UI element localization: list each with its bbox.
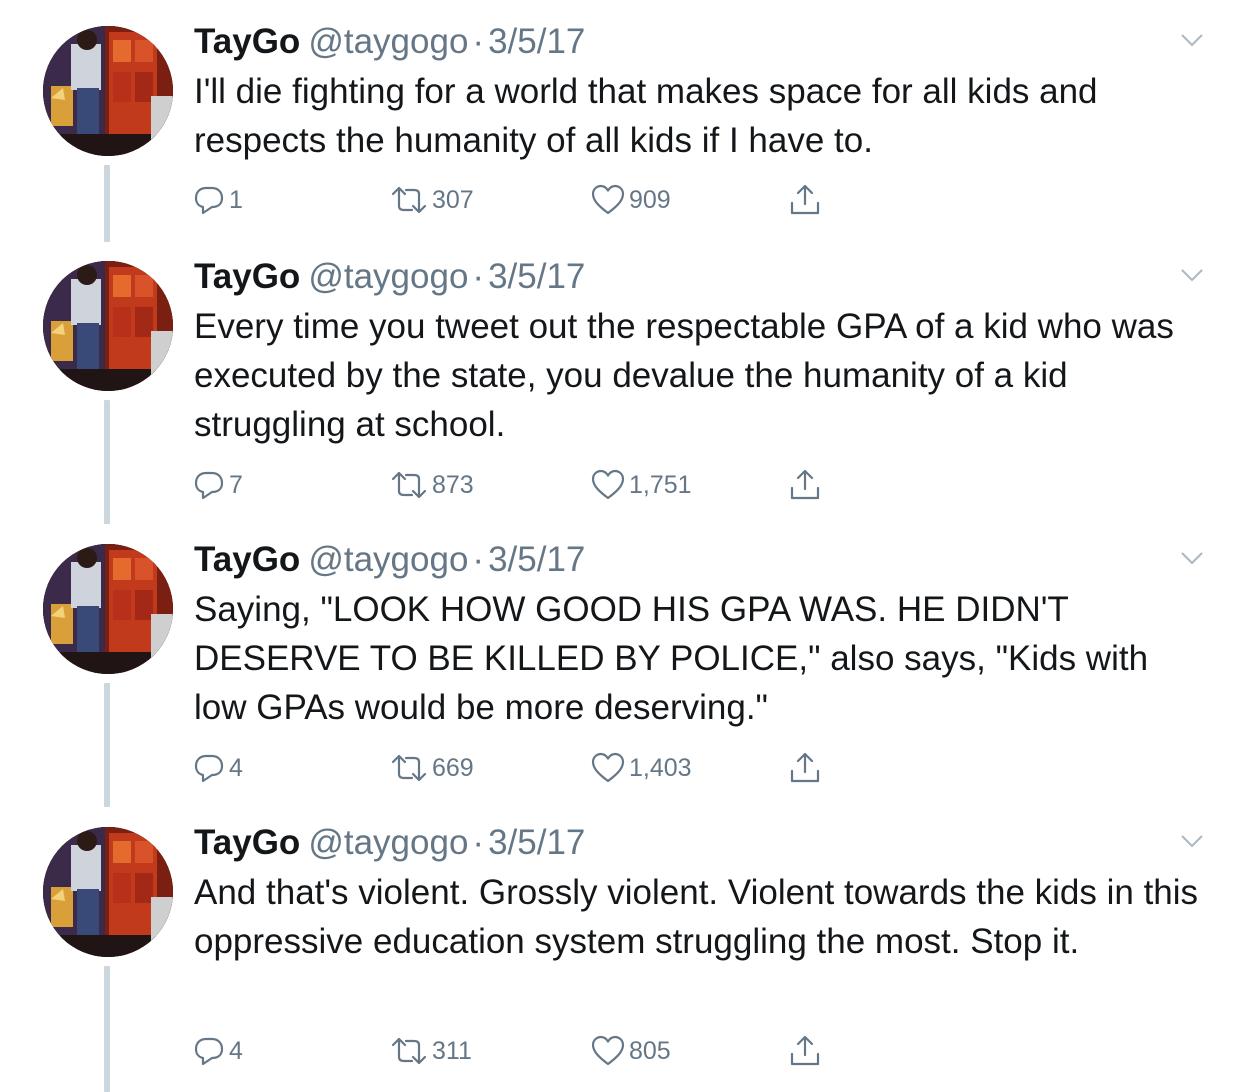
- reply-count: 7: [229, 471, 243, 499]
- share-button[interactable]: [788, 180, 822, 220]
- separator: ·: [472, 823, 485, 862]
- tweet-header: TayGo @taygogo · 3/5/17: [194, 255, 585, 299]
- share-icon: [790, 184, 820, 215]
- heart-icon: [591, 752, 625, 783]
- tweet-actions: 4 669 1,403: [0, 748, 1249, 788]
- share-icon: [790, 469, 820, 500]
- like-button[interactable]: 909: [591, 180, 671, 220]
- retweet-button[interactable]: 307: [390, 180, 474, 220]
- tweet-header: TayGo @taygogo · 3/5/17: [194, 821, 585, 865]
- retweet-icon: [391, 471, 427, 499]
- reply-count: 1: [229, 186, 243, 214]
- thread-line: [104, 400, 110, 524]
- tweet-text: I'll die fighting for a world that makes…: [194, 72, 1098, 160]
- separator: ·: [472, 257, 485, 296]
- retweet-icon: [391, 1037, 427, 1065]
- avatar[interactable]: [43, 261, 173, 391]
- like-button[interactable]: 805: [591, 1031, 671, 1071]
- tweet-date[interactable]: 3/5/17: [488, 22, 585, 61]
- retweet-icon: [391, 186, 427, 214]
- tweet-date[interactable]: 3/5/17: [488, 540, 585, 579]
- reply-icon: [194, 186, 224, 215]
- tweet-date[interactable]: 3/5/17: [488, 823, 585, 862]
- chevron-down-icon[interactable]: [1180, 267, 1204, 283]
- reply-button[interactable]: 4: [193, 748, 243, 788]
- avatar-image: [43, 544, 173, 674]
- heart-icon: [591, 1035, 625, 1066]
- like-count: 805: [629, 1037, 671, 1065]
- reply-count: 4: [229, 754, 243, 782]
- tweet-text: Every time you tweet out the respectable…: [194, 307, 1174, 444]
- like-count: 1,403: [629, 754, 692, 782]
- retweet-button[interactable]: 873: [390, 465, 474, 505]
- reply-button[interactable]: 7: [193, 465, 243, 505]
- reply-icon: [194, 1037, 224, 1066]
- share-icon: [790, 752, 820, 783]
- chevron-down-icon[interactable]: [1180, 833, 1204, 849]
- reply-button[interactable]: 1: [193, 180, 243, 220]
- share-button[interactable]: [788, 748, 822, 788]
- like-button[interactable]: 1,751: [591, 465, 692, 505]
- share-button[interactable]: [788, 465, 822, 505]
- thread-line: [104, 683, 110, 807]
- tweet-actions: 4 311 805: [0, 1031, 1249, 1071]
- reply-count: 4: [229, 1037, 243, 1065]
- retweet-icon: [391, 754, 427, 782]
- tweet-header: TayGo @taygogo · 3/5/17: [194, 538, 585, 582]
- retweet-count: 873: [432, 471, 474, 499]
- display-name[interactable]: TayGo: [194, 540, 300, 579]
- separator: ·: [472, 540, 485, 579]
- reply-icon: [194, 754, 224, 783]
- user-handle[interactable]: @taygogo: [308, 823, 468, 862]
- thread-line: [104, 966, 110, 1092]
- avatar[interactable]: [43, 544, 173, 674]
- user-handle[interactable]: @taygogo: [308, 257, 468, 296]
- tweet-date[interactable]: 3/5/17: [488, 257, 585, 296]
- share-icon: [790, 1035, 820, 1066]
- tweet-header: TayGo @taygogo · 3/5/17: [194, 20, 585, 64]
- reply-icon: [194, 471, 224, 500]
- share-button[interactable]: [788, 1031, 822, 1071]
- heart-icon: [591, 469, 625, 500]
- avatar[interactable]: [43, 827, 173, 957]
- chevron-down-icon[interactable]: [1180, 32, 1204, 48]
- tweet-text: And that's violent. Grossly violent. Vio…: [194, 873, 1199, 961]
- retweet-button[interactable]: 669: [390, 748, 474, 788]
- retweet-count: 311: [432, 1037, 472, 1065]
- display-name[interactable]: TayGo: [194, 257, 300, 296]
- tweet-actions: 7 873 1,751: [0, 465, 1249, 505]
- user-handle[interactable]: @taygogo: [308, 22, 468, 61]
- avatar-image: [43, 827, 173, 957]
- retweet-count: 307: [432, 186, 474, 214]
- like-count: 909: [629, 186, 671, 214]
- avatar-image: [43, 261, 173, 391]
- like-button[interactable]: 1,403: [591, 748, 692, 788]
- user-handle[interactable]: @taygogo: [308, 540, 468, 579]
- tweet-actions: 1 307 909: [0, 180, 1249, 220]
- display-name[interactable]: TayGo: [194, 22, 300, 61]
- retweet-button[interactable]: 311: [390, 1031, 472, 1071]
- like-count: 1,751: [629, 471, 692, 499]
- display-name[interactable]: TayGo: [194, 823, 300, 862]
- chevron-down-icon[interactable]: [1180, 550, 1204, 566]
- reply-button[interactable]: 4: [193, 1031, 243, 1071]
- retweet-count: 669: [432, 754, 474, 782]
- avatar-image: [43, 26, 173, 156]
- avatar[interactable]: [43, 26, 173, 156]
- tweet-text: Saying, "LOOK HOW GOOD HIS GPA WAS. HE D…: [194, 590, 1149, 727]
- heart-icon: [591, 184, 625, 215]
- separator: ·: [472, 22, 485, 61]
